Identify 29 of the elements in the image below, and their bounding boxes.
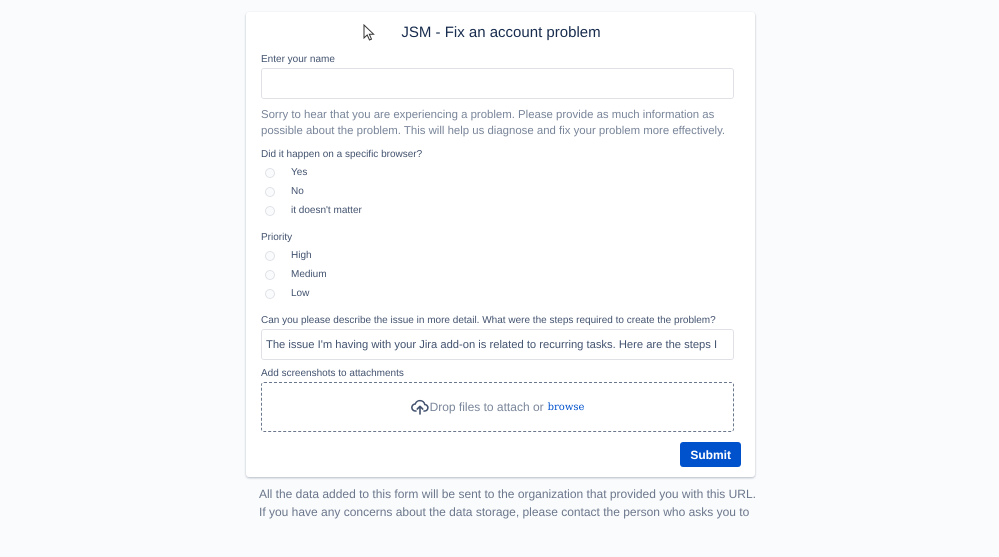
radio-button[interactable]: [265, 270, 275, 280]
radio-button[interactable]: [265, 288, 275, 298]
description-text: Sorry to hear that you are experiencing a problem. Please provide as much information as possible about the problem. This will help us diagnose and fix your problem more effectively.: [261, 108, 726, 139]
field-label: Enter your name: [261, 54, 336, 65]
upload-cloud-icon: [410, 399, 429, 415]
field-label: Add screenshots to attachments: [261, 368, 405, 379]
mouse-pointer-icon: [363, 24, 375, 41]
radio-label[interactable]: Medium: [291, 269, 327, 280]
radio-label[interactable]: No: [291, 186, 304, 197]
radio-label[interactable]: Low: [291, 288, 310, 299]
field-label: Priority: [261, 232, 294, 243]
form-title: JSM - Fix an account problem: [401, 24, 601, 41]
drop-zone[interactable]: Drop files to attach or browse: [261, 382, 734, 432]
input-field[interactable]: [261, 68, 734, 99]
field-label: Did it happen on a specific browser?: [261, 149, 424, 160]
radio-label[interactable]: it doesn't matter: [291, 205, 362, 216]
drop-text: Drop files to attach or: [430, 400, 544, 414]
footer-text: If you have any concerns about the data storage, please contact the person who asks you to: [259, 504, 750, 521]
radio-button[interactable]: [265, 168, 275, 178]
footer-text: All the data added to this form will be sent to the organization that provided you with this URL.: [259, 486, 757, 503]
radio-button[interactable]: [265, 250, 275, 260]
browse-link[interactable]: browse: [548, 402, 584, 412]
radio-button[interactable]: [265, 186, 275, 196]
radio-button[interactable]: [265, 206, 275, 216]
input-field[interactable]: The issue I'm having with your Jira add-on is related to recurring tasks. Here are the steps I: [261, 329, 734, 360]
field-label: Can you please describe the issue in more detail. What were the steps required to create the problem?: [261, 315, 717, 326]
radio-label[interactable]: Yes: [291, 167, 308, 178]
radio-label[interactable]: High: [291, 250, 312, 261]
submit-button[interactable]: Submit: [680, 442, 741, 467]
